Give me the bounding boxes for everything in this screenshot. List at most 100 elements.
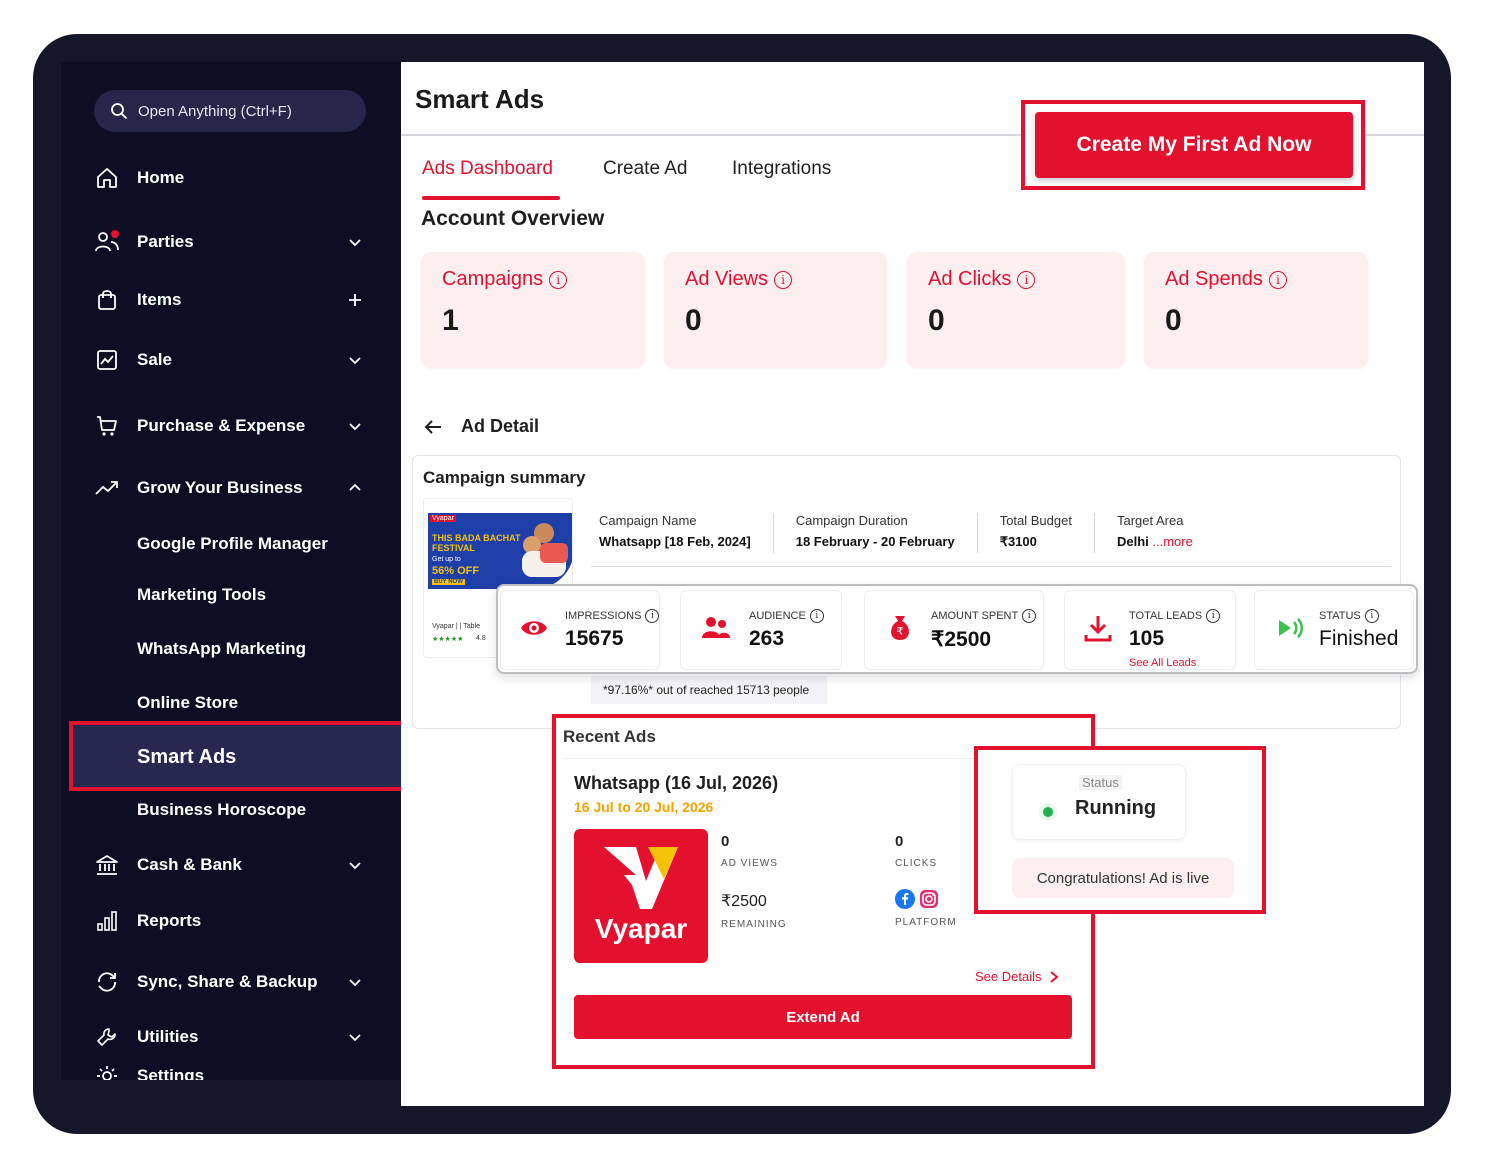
- more-link[interactable]: ...more: [1152, 534, 1192, 549]
- sidebar-item-label: Utilities: [137, 1027, 199, 1046]
- search-input[interactable]: Open Anything (Ctrl+F): [94, 90, 366, 132]
- chevron-right-icon: [1050, 970, 1060, 983]
- metric-status: STATUS i Finished: [1254, 590, 1414, 670]
- info-icon[interactable]: i: [774, 270, 793, 289]
- campaign-summary-title: Campaign summary: [423, 468, 586, 487]
- wrench-icon: [94, 1024, 120, 1050]
- banner-brand: Vyapar: [430, 515, 456, 522]
- svg-text:₹: ₹: [897, 625, 904, 638]
- info-icon[interactable]: i: [1364, 609, 1379, 623]
- broadcast-icon: [1279, 618, 1303, 638]
- field-campaign-duration: Campaign Duration 18 February - 20 Febru…: [796, 513, 978, 553]
- active-tab-indicator: [422, 196, 560, 200]
- extend-ad-button[interactable]: Extend Ad: [574, 995, 1072, 1039]
- sidebar-subitem-google-profile-manager[interactable]: Google Profile Manager: [137, 534, 328, 554]
- ad-title: Whatsapp (16 Jul, 2026): [574, 773, 779, 793]
- see-details-label: See Details: [975, 969, 1042, 984]
- info-icon[interactable]: i: [1268, 270, 1287, 289]
- create-first-ad-button[interactable]: Create My First Ad Now: [1035, 112, 1353, 178]
- stat-value: 0: [895, 833, 904, 850]
- rating-stars-icon: ★★★★★: [432, 636, 464, 643]
- sidebar-item-home[interactable]: Home: [61, 158, 401, 198]
- sidebar-item-reports[interactable]: Reports: [61, 901, 401, 941]
- stat-label: Campaigns: [442, 268, 544, 290]
- stat-card-ad-spends: Ad Spends i 0: [1144, 252, 1368, 368]
- gear-icon: [94, 1063, 120, 1080]
- info-icon[interactable]: i: [1017, 270, 1036, 289]
- status-dot-icon: [1043, 807, 1053, 817]
- stat-label: AD VIEWS: [721, 858, 778, 869]
- see-details-link[interactable]: See Details: [975, 969, 1060, 984]
- tab-create-ad[interactable]: Create Ad: [603, 158, 688, 180]
- status-value: Running: [1075, 797, 1157, 819]
- banner-headline: THIS BADA BACHAT FESTIVAL: [432, 533, 521, 553]
- info-icon[interactable]: i: [645, 609, 660, 623]
- info-icon[interactable]: i: [809, 609, 824, 623]
- chevron-up-icon[interactable]: [347, 480, 363, 496]
- ad-dates: 16 Jul to 20 Jul, 2026: [574, 799, 714, 815]
- people-photo-icon: [522, 523, 568, 577]
- info-icon[interactable]: i: [1022, 609, 1037, 623]
- chevron-down-icon[interactable]: [347, 857, 363, 873]
- ad-detail-header: Ad Detail: [423, 416, 539, 437]
- sidebar-item-sale[interactable]: Sale: [61, 340, 401, 380]
- instagram-icon: [920, 890, 938, 908]
- chevron-down-icon[interactable]: [347, 352, 363, 368]
- stat-label: Ad Clicks: [928, 268, 1012, 290]
- metrics-bar: IMPRESSIONS i 15675 AUDIENCE i 263 ₹ AMOUN…: [496, 584, 1418, 674]
- field-key: Target Area: [1116, 513, 1184, 528]
- sidebar-subitem-marketing-tools[interactable]: Marketing Tools: [137, 585, 266, 605]
- cta-highlight: Create My First Ad Now: [1021, 100, 1365, 190]
- sidebar-item-settings[interactable]: Settings: [61, 1056, 401, 1080]
- sidebar-item-label: Reports: [137, 911, 202, 930]
- sidebar-subitem-business-horoscope[interactable]: Business Horoscope: [137, 800, 306, 820]
- sidebar-item-utilities[interactable]: Utilities: [61, 1017, 401, 1057]
- stat-label: Ad Spends: [1165, 268, 1263, 290]
- sidebar-item-label: Items: [137, 290, 182, 309]
- tab-integrations[interactable]: Integrations: [732, 158, 831, 180]
- see-all-leads-link[interactable]: See All Leads: [1129, 657, 1196, 669]
- chevron-down-icon[interactable]: [347, 418, 363, 434]
- arrow-left-icon[interactable]: [423, 418, 443, 436]
- sidebar-item-parties[interactable]: Parties: [61, 222, 401, 262]
- field-value: ₹3100: [999, 534, 1037, 549]
- sidebar-item-grow-your-business[interactable]: Grow Your Business: [61, 468, 401, 508]
- banner-offer: 56% OFF: [432, 565, 480, 577]
- field-total-budget: Total Budget ₹3100: [1000, 513, 1095, 553]
- sidebar-item-items[interactable]: Items: [61, 280, 401, 320]
- field-value: 18 February - 20 February: [795, 534, 955, 549]
- info-icon[interactable]: i: [1206, 609, 1221, 623]
- sidebar-subitem-online-store[interactable]: Online Store: [137, 693, 238, 713]
- info-icon[interactable]: i: [549, 270, 568, 289]
- shopping-bag-icon: [94, 287, 120, 313]
- metric-label: STATUS: [1319, 610, 1361, 622]
- banner-footer: Vyapar | | Table: [432, 623, 480, 630]
- banner-rating: 4.8: [476, 635, 486, 642]
- chevron-down-icon[interactable]: [347, 1029, 363, 1045]
- field-value: Whatsapp [18 Feb, 2024]: [599, 534, 751, 549]
- stat-label: Ad Views: [685, 268, 769, 290]
- sidebar-subitem-whatsapp-marketing[interactable]: WhatsApp Marketing: [137, 639, 306, 659]
- chevron-down-icon[interactable]: [347, 234, 363, 250]
- sidebar-item-cash-bank[interactable]: Cash & Bank: [61, 845, 401, 885]
- field-key: Campaign Duration: [795, 513, 908, 528]
- sync-icon: [94, 969, 120, 995]
- field-target-area: Target Area Delhi ...more: [1117, 513, 1215, 553]
- sidebar-item-purchase-expense[interactable]: Purchase & Expense: [61, 406, 401, 446]
- search-placeholder: Open Anything (Ctrl+F): [138, 102, 292, 120]
- stat-value: 0: [1165, 304, 1182, 337]
- sidebar-item-label: Grow Your Business: [137, 478, 303, 497]
- sidebar-item-sync-share-backup[interactable]: Sync, Share & Backup: [61, 962, 401, 1002]
- clicks-stat: 0 CLICKS: [895, 833, 937, 869]
- metric-label: AUDIENCE: [749, 610, 806, 622]
- sidebar-item-label: Sale: [137, 350, 172, 369]
- sidebar-item-label: Settings: [137, 1066, 205, 1080]
- metric-value: 15675: [565, 627, 624, 650]
- chevron-down-icon[interactable]: [347, 974, 363, 990]
- stat-value: 0: [685, 304, 702, 337]
- tab-ads-dashboard[interactable]: Ads Dashboard: [422, 158, 553, 180]
- plus-icon[interactable]: [347, 292, 363, 308]
- divider: [591, 566, 1391, 567]
- trending-up-icon: [94, 475, 120, 501]
- ad-detail-label: Ad Detail: [461, 416, 540, 436]
